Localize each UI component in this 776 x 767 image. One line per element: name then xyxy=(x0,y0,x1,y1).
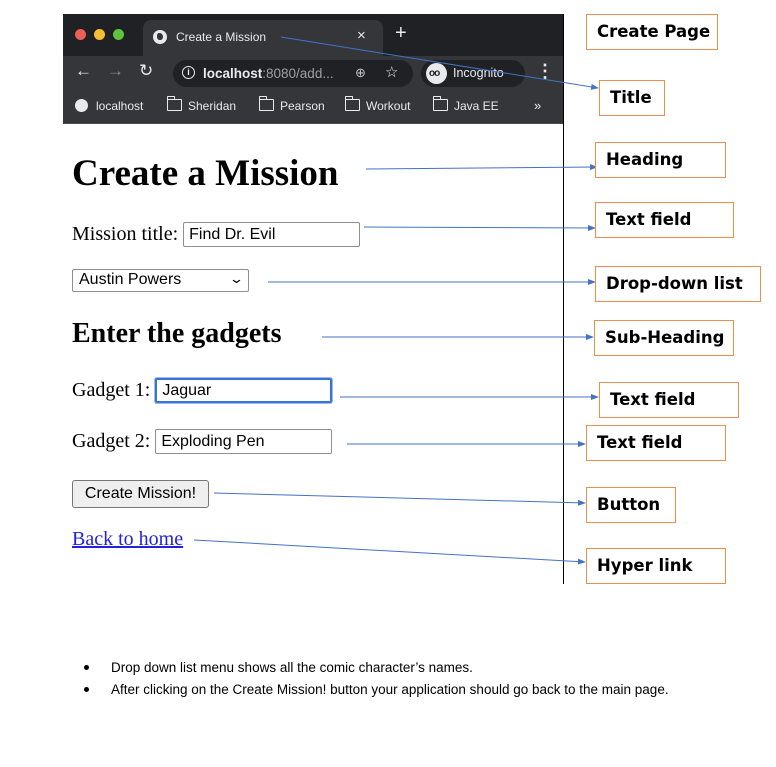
new-tab-button[interactable]: + xyxy=(395,23,407,43)
address-bar[interactable]: i localhost:8080/add... ⊕ ☆ xyxy=(173,60,413,87)
info-icon[interactable]: i xyxy=(182,66,195,79)
bookmark-star-icon[interactable]: ☆ xyxy=(385,63,398,81)
callout-text-field-2: Text field xyxy=(599,382,739,418)
kebab-menu-icon[interactable]: ⋮ xyxy=(536,61,554,82)
gadget2-label: Gadget 2: xyxy=(72,430,151,452)
url-host: localhost xyxy=(203,66,263,81)
mission-title-label: Mission title: xyxy=(72,223,179,245)
create-mission-button[interactable]: Create Mission! xyxy=(72,480,209,508)
gadget1-row: Gadget 1: xyxy=(72,378,333,403)
callout-hyperlink: Hyper link xyxy=(586,548,726,584)
requirements-notes: Drop down list menu shows all the comic … xyxy=(84,657,701,701)
note-text: After clicking on the Create Mission! bu… xyxy=(111,682,669,697)
bookmark-label: Workout xyxy=(366,99,411,113)
url-path: :8080/add... xyxy=(262,66,334,81)
agent-select-value: Austin Powers xyxy=(79,271,182,288)
folder-icon xyxy=(166,96,182,111)
minimize-window-button[interactable] xyxy=(94,29,105,40)
folder-icon xyxy=(258,96,274,111)
mission-title-row: Mission title: xyxy=(72,222,361,247)
callout-dropdown: Drop-down list xyxy=(595,266,761,302)
note-text: Drop down list menu shows all the comic … xyxy=(111,660,473,675)
forward-arrow-icon[interactable]: → xyxy=(107,61,124,81)
tab-strip: Create a Mission × + xyxy=(63,14,563,56)
bookmark-label: localhost xyxy=(96,99,144,113)
bookmark-sheridan[interactable]: Sheridan xyxy=(166,96,237,113)
maximize-window-button[interactable] xyxy=(113,29,124,40)
gadget1-input[interactable] xyxy=(155,378,333,403)
bullet-icon xyxy=(84,665,89,670)
bullet-icon xyxy=(84,687,89,692)
callout-text-field-3: Text field xyxy=(586,425,726,461)
folder-icon xyxy=(344,96,360,111)
callout-button: Button xyxy=(586,487,676,523)
tab-title: Create a Mission xyxy=(176,30,267,44)
note-item: Drop down list menu shows all the comic … xyxy=(84,657,701,679)
gadget2-input[interactable] xyxy=(155,429,333,454)
bookmark-java-ee[interactable]: Java EE xyxy=(432,96,499,113)
zoom-icon[interactable]: ⊕ xyxy=(355,65,366,81)
callout-subheading: Sub-Heading xyxy=(594,320,734,356)
callout-create-page: Create Page xyxy=(586,14,718,50)
bookmark-label: Pearson xyxy=(280,99,325,113)
page-heading: Create a Mission xyxy=(72,153,339,194)
gadgets-subheading: Enter the gadgets xyxy=(72,318,282,349)
callout-heading: Heading xyxy=(595,142,726,178)
chevron-down-icon: ⌄ xyxy=(228,271,245,286)
globe-icon xyxy=(75,99,88,112)
browser-window: Create a Mission × + ← → ↻ i localhost:8… xyxy=(63,14,564,584)
back-to-home-link[interactable]: Back to home xyxy=(72,528,183,551)
bookmarks-bar: localhost Sheridan Pearson Workout Java … xyxy=(63,90,563,124)
url-text[interactable]: localhost:8080/add... xyxy=(203,66,334,81)
reload-icon[interactable]: ↻ xyxy=(139,61,153,81)
mission-title-input[interactable] xyxy=(183,222,361,247)
bookmark-label: Sheridan xyxy=(188,99,237,113)
back-arrow-icon[interactable]: ← xyxy=(75,61,92,81)
agent-select[interactable]: Austin Powers ⌄ xyxy=(72,269,249,292)
folder-icon xyxy=(432,96,448,111)
browser-toolbar: ← → ↻ i localhost:8080/add... ⊕ ☆ Incogn… xyxy=(63,56,563,90)
globe-icon xyxy=(153,30,167,44)
callout-title: Title xyxy=(599,80,665,116)
incognito-badge[interactable]: Incognito xyxy=(421,60,525,87)
incognito-icon xyxy=(426,63,447,84)
bookmark-pearson[interactable]: Pearson xyxy=(258,96,325,113)
bookmarks-overflow-icon[interactable]: » xyxy=(534,98,541,113)
bookmark-localhost[interactable]: localhost xyxy=(75,99,143,113)
bookmark-workout[interactable]: Workout xyxy=(344,96,411,113)
gadget2-row: Gadget 2: xyxy=(72,429,333,454)
incognito-label: Incognito xyxy=(453,66,504,80)
gadget1-label: Gadget 1: xyxy=(72,379,151,401)
note-item: After clicking on the Create Mission! bu… xyxy=(84,679,701,701)
close-tab-icon[interactable]: × xyxy=(357,27,366,44)
tab-create-mission[interactable]: Create a Mission × xyxy=(143,20,383,56)
callout-text-field-1: Text field xyxy=(595,202,734,238)
close-window-button[interactable] xyxy=(75,29,86,40)
bookmark-label: Java EE xyxy=(454,99,499,113)
